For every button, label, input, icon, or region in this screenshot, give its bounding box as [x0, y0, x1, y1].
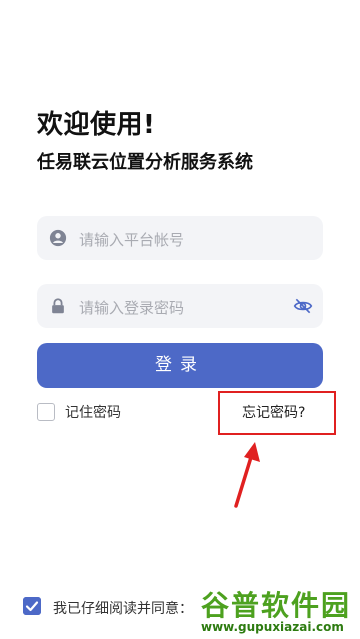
annotation-arrow-icon: [234, 442, 260, 508]
lock-icon: [52, 298, 64, 314]
app-subtitle: 任易联云位置分析服务系统: [37, 152, 253, 173]
password-field[interactable]: 请输入登录密码: [37, 284, 323, 328]
password-placeholder: 请输入登录密码: [79, 299, 185, 317]
login-button[interactable]: 登录: [37, 343, 323, 388]
remember-password-label: 记住密码: [65, 405, 121, 421]
watermark-logo: 谷普软件园 www.gupuxiazai.com: [195, 582, 360, 639]
welcome-title: 欢迎使用!: [37, 110, 156, 140]
eye-hidden-icon[interactable]: [293, 296, 313, 316]
watermark-title: 谷普软件园: [201, 589, 352, 622]
agreement-checkbox[interactable]: [23, 597, 41, 615]
account-field[interactable]: 请输入平台帐号: [37, 216, 323, 260]
user-icon: [49, 229, 67, 247]
account-placeholder: 请输入平台帐号: [79, 231, 185, 249]
remember-password-checkbox[interactable]: [37, 403, 55, 421]
annotation-highlight-box: [218, 391, 336, 435]
watermark-url: www.gupuxiazai.com: [201, 620, 344, 634]
agreement-label: 我已仔细阅读并同意：: [53, 601, 193, 617]
